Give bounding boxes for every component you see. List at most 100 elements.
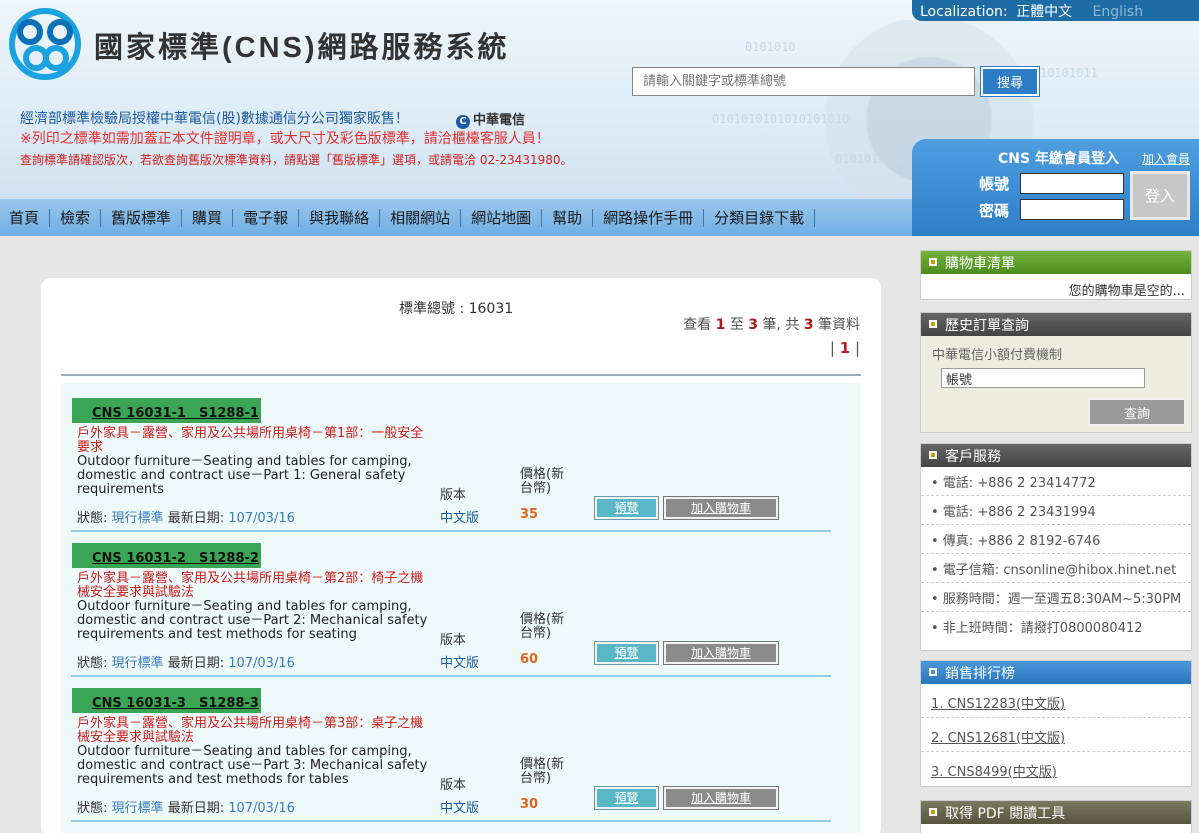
price-label: 價格(新台幣)	[520, 612, 565, 641]
bullet-icon	[929, 258, 937, 266]
lang-option-en[interactable]: English	[1093, 4, 1144, 20]
cns-logo-icon[interactable]	[6, 8, 84, 80]
history-query-button[interactable]: 查詢	[1088, 398, 1186, 426]
edition-label: 版本	[440, 633, 467, 648]
edition-value: 中文版	[440, 511, 480, 526]
account-label: 帳號	[979, 175, 1010, 193]
history-header: 歷史訂單查詢	[921, 313, 1191, 336]
ranking-link-3[interactable]: 3. CNS8499(中文版)	[921, 752, 1191, 786]
edition-label: 版本	[440, 778, 467, 793]
binary-text: 0101010	[745, 40, 796, 54]
add-to-cart-button[interactable]: 加入購物車	[663, 641, 779, 665]
pdf-tool-box: 取得 PDF 閱讀工具	[920, 800, 1192, 833]
member-login-panel: CNS 年繳會員登入 加入會員 帳號 密碼 登入	[912, 139, 1199, 236]
localization-bar: Localization: 正體中文 English	[912, 0, 1199, 21]
nav-search[interactable]: 檢索	[50, 208, 102, 227]
service-phone-1: • 電話: +886 2 23414772	[921, 467, 1191, 496]
pagination: | 1 |	[829, 339, 860, 357]
binary-text: 10101011	[1040, 66, 1098, 80]
nav-manual[interactable]: 網路操作手冊	[593, 208, 705, 227]
bullet-icon	[929, 808, 937, 816]
result-item: CNS 16031-1 S1288-1 戶外家具－露營、家用及公共場所用桌椅－第…	[71, 393, 841, 538]
add-to-cart-button[interactable]: 加入購物車	[663, 786, 779, 810]
result-item: CNS 16031-2 S1288-2 戶外家具－露營、家用及公共場所用桌椅－第…	[71, 538, 841, 683]
password-label: 密碼	[979, 202, 1010, 220]
preview-button[interactable]: 預覽	[594, 786, 659, 810]
results-list: CNS 16031-1 S1288-1 戶外家具－露營、家用及公共場所用桌椅－第…	[61, 383, 861, 833]
join-member-link[interactable]: 加入會員	[1142, 150, 1190, 167]
nav-contact[interactable]: 與我聯絡	[299, 208, 381, 227]
title-zh: 戶外家具－露營、家用及公共場所用桌椅－第1部：一般安全要求	[77, 426, 424, 455]
history-subtitle: 中華電信小額付費機制	[932, 348, 1063, 363]
nav-related-sites[interactable]: 相關網站	[380, 208, 462, 227]
divider	[61, 374, 861, 376]
service-fax: • 傳真: +886 2 8192-6746	[921, 525, 1191, 554]
cht-logo: C 中華電信	[456, 109, 525, 129]
title-en: Outdoor furniture－Seating and tables for…	[77, 744, 428, 787]
price-value: 60	[520, 652, 539, 667]
ranking-link-1[interactable]: 1. CNS12283(中文版)	[921, 684, 1191, 718]
customer-service-box: 客戶服務 • 電話: +886 2 23414772 • 電話: +886 2 …	[920, 443, 1192, 651]
price-value: 35	[520, 507, 539, 522]
standard-code-link[interactable]: CNS 16031-3 S1288-3	[72, 688, 261, 713]
cart-header: 購物車清單	[921, 251, 1191, 274]
search-button[interactable]: 搜尋	[980, 66, 1040, 97]
add-to-cart-button[interactable]: 加入購物車	[663, 496, 779, 520]
service-phone-2: • 電話: +886 2 23431994	[921, 496, 1191, 525]
nav-catalog-download[interactable]: 分類目錄下載	[704, 208, 816, 227]
bullet-icon	[929, 668, 937, 676]
site-title: 國家標準(CNS)網路服務系統	[94, 32, 510, 64]
nav-sitemap[interactable]: 網站地圖	[461, 208, 543, 227]
service-hours: • 服務時間：週一至週五8:30AM~5:30PM	[921, 583, 1191, 612]
localization-label: Localization:	[920, 4, 1008, 20]
status-value: 現行標準	[111, 511, 164, 526]
cart-box: 購物車清單 您的購物車是空的...	[920, 250, 1192, 300]
account-field[interactable]	[1020, 173, 1124, 194]
title-en: Outdoor furniture－Seating and tables for…	[77, 599, 428, 642]
login-button[interactable]: 登入	[1130, 171, 1190, 220]
standard-code-link[interactable]: CNS 16031-1 S1288-1	[72, 398, 261, 423]
status-value: 現行標準	[111, 656, 164, 671]
lang-option-zh[interactable]: 正體中文	[1016, 4, 1072, 20]
preview-button[interactable]: 預覽	[594, 641, 659, 665]
status-value: 現行標準	[111, 801, 164, 816]
price-label: 價格(新台幣)	[520, 757, 565, 786]
price-label: 價格(新台幣)	[520, 467, 565, 496]
divider	[71, 530, 831, 532]
date-value: 107/03/16	[228, 656, 295, 671]
history-account-field[interactable]	[941, 368, 1145, 388]
nav-old-standards[interactable]: 舊版標準	[101, 208, 183, 227]
result-item: CNS 16031-3 S1288-3 戶外家具－露營、家用及公共場所用桌椅－第…	[71, 683, 841, 828]
ranking-header: 銷售排行榜	[921, 661, 1191, 684]
date-value: 107/03/16	[228, 801, 295, 816]
status-row: 狀態: 現行標準 最新日期: 107/03/16	[77, 511, 295, 526]
edition-label: 版本	[440, 488, 467, 503]
nav-home[interactable]: 首頁	[0, 208, 51, 227]
result-summary: 查看 1 至 3 筆, 共 3 筆資料	[683, 317, 860, 333]
standard-code-link[interactable]: CNS 16031-2 S1288-2	[72, 543, 261, 568]
ranking-link-2[interactable]: 2. CNS12681(中文版)	[921, 718, 1191, 752]
search-input[interactable]	[632, 67, 975, 96]
title-zh: 戶外家具－露營、家用及公共場所用桌椅－第3部：桌子之機械安全要求與試驗法	[77, 716, 424, 745]
preview-button[interactable]: 預覽	[594, 496, 659, 520]
edition-value: 中文版	[440, 801, 480, 816]
divider	[71, 675, 831, 677]
binary-text: 0101010101	[835, 152, 908, 166]
binary-text: 0101010101010101010	[712, 112, 850, 126]
nav-newsletter[interactable]: 電子報	[233, 208, 300, 227]
date-value: 107/03/16	[228, 511, 295, 526]
password-field[interactable]	[1020, 199, 1124, 220]
nav-purchase[interactable]: 購買	[182, 208, 234, 227]
divider	[71, 820, 831, 822]
pdf-header[interactable]: 取得 PDF 閱讀工具	[921, 801, 1191, 824]
service-after-hours: • 非上班時間：請撥打0800080412	[931, 621, 1143, 636]
notice-authorization: 經濟部標準檢驗局授權中華電信(股)數據通信分公司獨家販售！	[20, 111, 409, 127]
cht-logo-icon: C	[456, 115, 470, 129]
status-row: 狀態: 現行標準 最新日期: 107/03/16	[77, 801, 295, 816]
notice-edition: 查詢標準請確認版次，若欲查詢舊版次標準資料，請點選「舊版標準」選項，或請電洽 0…	[20, 153, 573, 167]
title-en: Outdoor furniture－Seating and tables for…	[77, 454, 412, 497]
status-row: 狀態: 現行標準 最新日期: 107/03/16	[77, 656, 295, 671]
search-results-panel: 標準總號 : 16031 查看 1 至 3 筆, 共 3 筆資料 | 1 | C…	[41, 278, 881, 833]
nav-help[interactable]: 幫助	[542, 208, 594, 227]
page-link-1[interactable]: 1	[840, 339, 850, 357]
